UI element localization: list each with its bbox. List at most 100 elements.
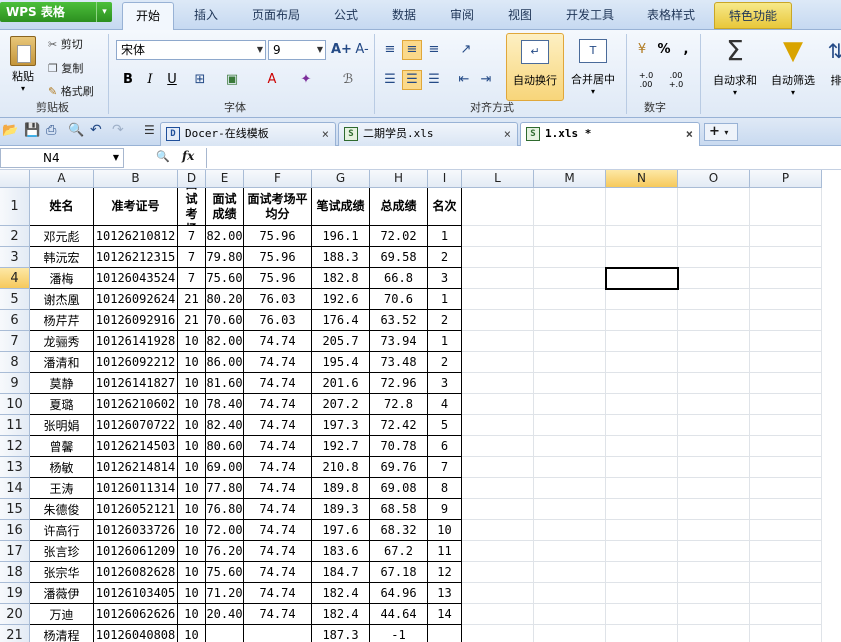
empty-cell[interactable] [534,247,606,268]
table-cell[interactable]: 1 [428,331,462,352]
column-header[interactable]: G [312,170,370,188]
table-cell[interactable]: 205.7 [312,331,370,352]
empty-cell[interactable] [750,625,822,642]
table-cell[interactable]: 杨敏 [30,457,94,478]
copy-button[interactable]: ❐ 复制 [48,60,83,76]
merge-center-button[interactable]: T 合并居中 ▾ [566,33,620,101]
row-header[interactable]: 1 [0,188,30,226]
empty-cell[interactable] [462,226,534,247]
table-cell[interactable]: 邓元彪 [30,226,94,247]
table-cell[interactable]: 21 [178,310,206,331]
table-cell[interactable]: 王涛 [30,478,94,499]
empty-cell[interactable] [606,478,678,499]
align-middle-icon[interactable]: ≡ [402,40,422,60]
empty-cell[interactable] [606,604,678,625]
table-cell[interactable]: 2 [428,352,462,373]
table-cell[interactable]: 74.74 [244,394,312,415]
table-cell[interactable]: 10 [178,604,206,625]
empty-cell[interactable] [678,499,750,520]
empty-cell[interactable] [606,331,678,352]
empty-cell[interactable] [678,310,750,331]
row-header[interactable]: 3 [0,247,30,268]
table-cell[interactable]: 韩沅宏 [30,247,94,268]
increase-indent-icon[interactable]: ⇥ [476,70,496,90]
empty-cell[interactable] [462,478,534,499]
table-cell[interactable]: 10 [428,520,462,541]
empty-cell[interactable] [462,583,534,604]
empty-cell[interactable] [462,562,534,583]
row-header[interactable]: 8 [0,352,30,373]
table-cell[interactable]: 75.96 [244,247,312,268]
table-cell[interactable]: 10 [178,562,206,583]
table-cell[interactable]: 10126061209 [94,541,178,562]
empty-cell[interactable] [750,394,822,415]
table-cell[interactable] [206,625,244,642]
table-cell[interactable]: 11 [428,541,462,562]
table-cell[interactable]: 72.8 [370,394,428,415]
row-header[interactable]: 12 [0,436,30,457]
table-cell[interactable]: 192.6 [312,289,370,310]
function-icon[interactable]: fx [182,149,194,163]
empty-cell[interactable] [750,604,822,625]
table-cell[interactable]: 197.3 [312,415,370,436]
table-cell[interactable]: 杨芹芹 [30,310,94,331]
cut-button[interactable]: ✂ 剪切 [48,36,83,52]
table-cell[interactable]: 10126092212 [94,352,178,373]
align-center-icon[interactable]: ☰ [402,70,422,90]
table-cell[interactable]: 10 [178,394,206,415]
empty-cell[interactable] [750,226,822,247]
table-cell[interactable]: 80.20 [206,289,244,310]
empty-cell[interactable] [678,331,750,352]
table-cell[interactable]: 44.64 [370,604,428,625]
table-cell[interactable]: 10 [178,520,206,541]
font-color-icon[interactable]: A [262,70,282,90]
table-cell[interactable]: 2 [428,247,462,268]
zoom-icon[interactable]: 🔍 [156,150,170,163]
empty-cell[interactable] [750,247,822,268]
table-cell[interactable]: 74.74 [244,373,312,394]
empty-cell[interactable] [462,247,534,268]
table-cell[interactable]: 76.03 [244,289,312,310]
increase-font-size-icon[interactable]: A+ [330,40,352,60]
empty-cell[interactable] [606,188,678,226]
table-cell[interactable]: 10126214503 [94,436,178,457]
row-header[interactable]: 2 [0,226,30,247]
row-header[interactable]: 20 [0,604,30,625]
font-size-select[interactable]: 9 ▼ [268,40,326,60]
table-header-cell[interactable]: 总成绩 [370,188,428,226]
empty-cell[interactable] [534,604,606,625]
table-cell[interactable]: 潘清和 [30,352,94,373]
empty-cell[interactable] [534,625,606,642]
align-right-icon[interactable]: ☰ [424,70,444,90]
table-cell[interactable]: 72.00 [206,520,244,541]
table-cell[interactable]: 76.80 [206,499,244,520]
empty-cell[interactable] [678,289,750,310]
table-cell[interactable]: 10126040808 [94,625,178,642]
table-cell[interactable]: 14 [428,604,462,625]
select-all-corner[interactable] [0,170,30,188]
table-cell[interactable]: 4 [428,394,462,415]
tab-review[interactable]: 审阅 [436,2,488,29]
print-icon[interactable]: ⎙ [46,123,56,138]
decrease-decimal-button[interactable]: .00 +.0 [662,70,690,90]
table-cell[interactable]: 72.02 [370,226,428,247]
table-cell[interactable]: 64.96 [370,583,428,604]
table-cell[interactable]: 2 [428,310,462,331]
table-cell[interactable]: 10 [178,436,206,457]
table-cell[interactable]: 74.74 [244,541,312,562]
table-cell[interactable] [244,625,312,642]
row-header[interactable]: 19 [0,583,30,604]
empty-cell[interactable] [678,268,750,289]
table-cell[interactable]: 69.76 [370,457,428,478]
empty-cell[interactable] [462,310,534,331]
table-cell[interactable]: 10126070722 [94,415,178,436]
tab-data[interactable]: 数据 [378,2,430,29]
table-cell[interactable]: 69.00 [206,457,244,478]
row-header[interactable]: 13 [0,457,30,478]
empty-cell[interactable] [462,331,534,352]
column-header[interactable]: H [370,170,428,188]
table-cell[interactable]: 82.00 [206,226,244,247]
table-cell[interactable]: 曾馨 [30,436,94,457]
table-cell[interactable]: 196.1 [312,226,370,247]
table-cell[interactable]: 13 [428,583,462,604]
